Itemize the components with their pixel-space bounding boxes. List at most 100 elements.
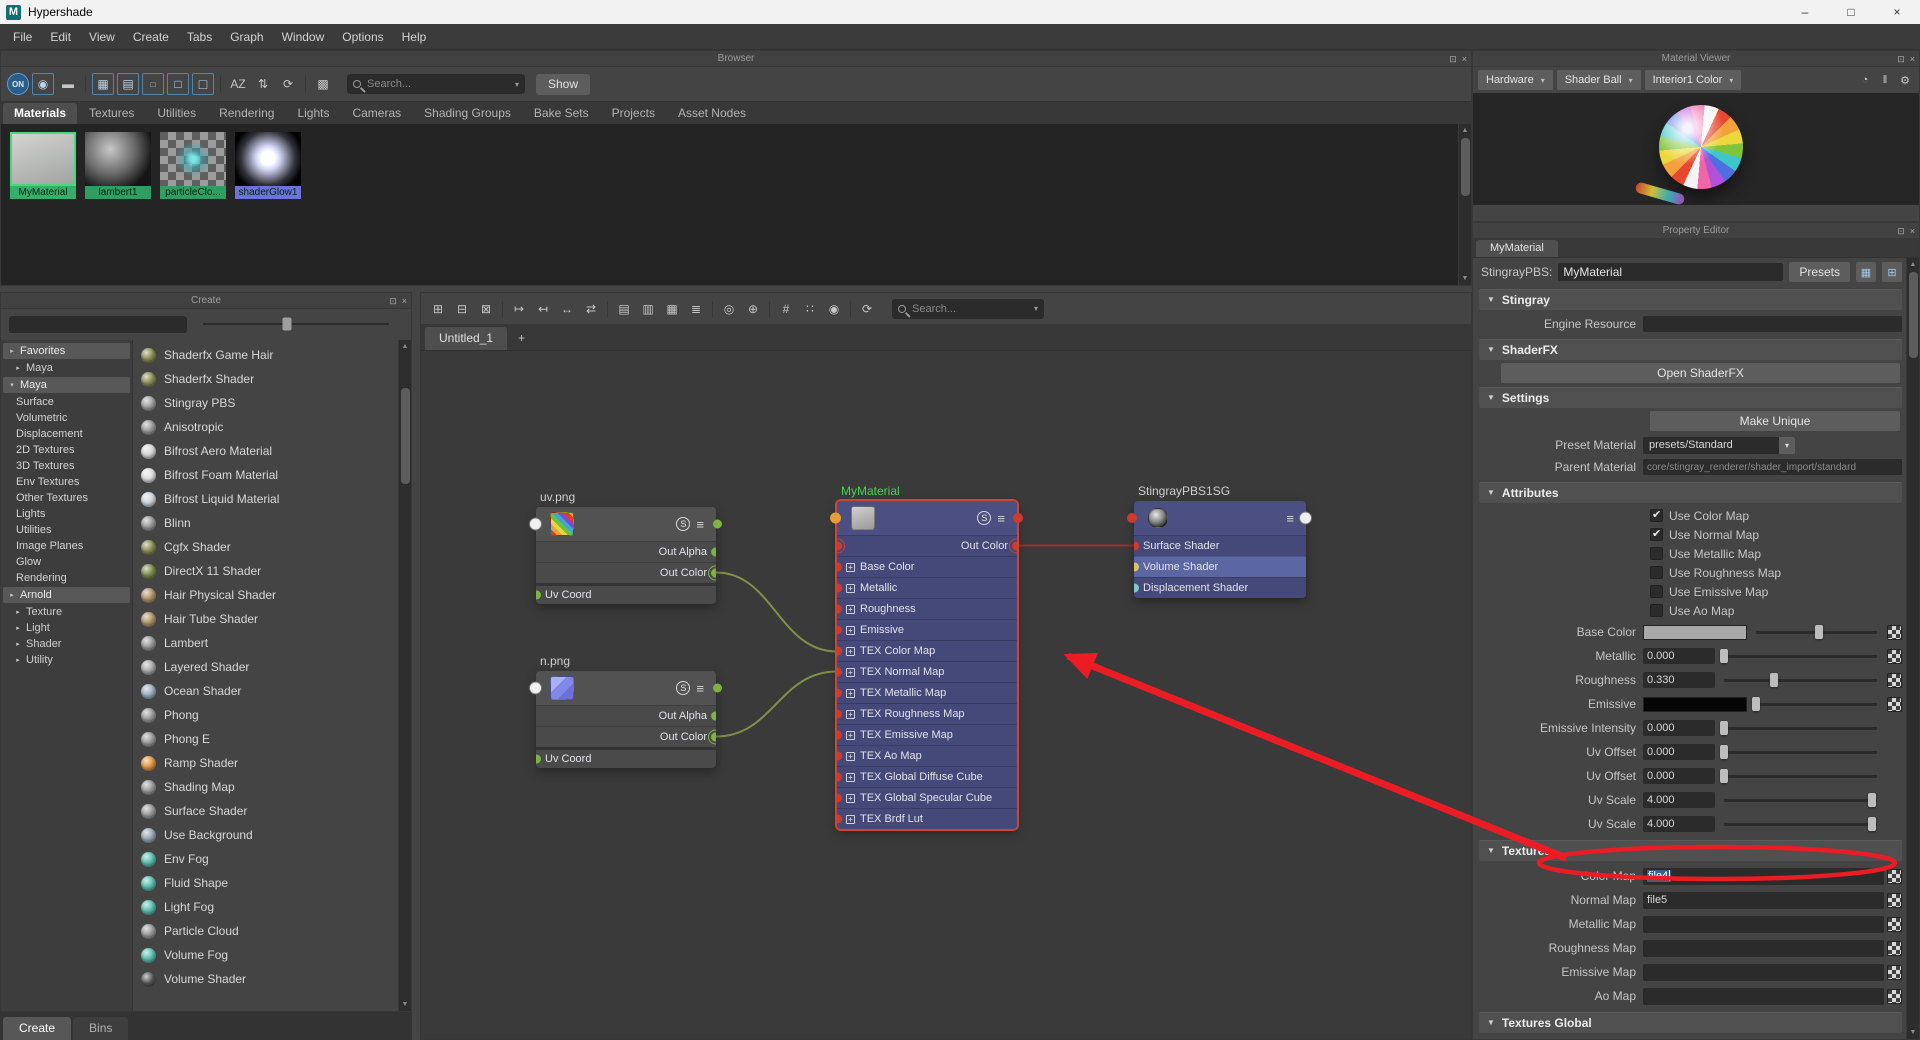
- attribute-list-icon[interactable]: ≡: [696, 518, 704, 531]
- refresh-graph-icon[interactable]: ⟳: [856, 298, 878, 320]
- display-full-mode-icon[interactable]: ▦: [661, 298, 683, 320]
- preset-material-dropdown[interactable]: presets/Standard ▾: [1643, 437, 1795, 454]
- color-swatch[interactable]: [1643, 697, 1747, 712]
- rearrange-graph-icon[interactable]: ⇄: [580, 298, 602, 320]
- input-plug[interactable]: [536, 591, 541, 600]
- output-plug[interactable]: [711, 548, 716, 557]
- section-stingray[interactable]: ▼ Stingray: [1479, 289, 1902, 310]
- separator[interactable]: [82, 73, 89, 95]
- transparency-checker-icon[interactable]: ▩: [312, 73, 334, 95]
- viewer-settings-gear-icon[interactable]: ⚙: [1896, 71, 1914, 89]
- attribute-list-icon[interactable]: ≡: [997, 512, 1005, 525]
- node-header[interactable]: S ≡: [536, 507, 716, 541]
- use-metallic-map-checkbox[interactable]: Use Metallic Map: [1473, 544, 1906, 563]
- section-shaderfx[interactable]: ▼ ShaderFX: [1479, 339, 1902, 360]
- tree-2d-textures[interactable]: 2D Textures: [1, 442, 132, 458]
- tab-rendering[interactable]: Rendering: [208, 103, 285, 124]
- material-viewer-viewport[interactable]: [1473, 93, 1919, 205]
- slider-handle[interactable]: [282, 318, 291, 331]
- input-plug[interactable]: [837, 794, 842, 803]
- node-attribute-row[interactable]: + Displacement Shader: [1134, 577, 1306, 598]
- output-plug[interactable]: [711, 733, 716, 742]
- node-uv-png[interactable]: uv.png S ≡ +: [536, 507, 716, 604]
- node-attribute-row[interactable]: + TEX Color Map: [837, 640, 1017, 661]
- browse-texture-icon[interactable]: [1887, 965, 1902, 980]
- tree-arnold-light[interactable]: ▸ Light: [1, 620, 132, 636]
- value-field[interactable]: 0.000: [1643, 720, 1715, 736]
- menu-view[interactable]: View: [80, 24, 124, 50]
- separator[interactable]: [766, 298, 773, 320]
- node-hair-physical-shader[interactable]: Hair Physical Shader: [136, 583, 397, 607]
- menu-help[interactable]: Help: [393, 24, 436, 50]
- expand-attribute-icon[interactable]: +: [846, 668, 855, 677]
- use-normal-map-checkbox[interactable]: Use Normal Map: [1473, 525, 1906, 544]
- progressive-refine-icon[interactable]: ◔: [1856, 71, 1874, 89]
- value-field[interactable]: 4.000: [1643, 792, 1715, 808]
- input-plug[interactable]: [837, 584, 842, 593]
- output-plug[interactable]: [711, 569, 716, 578]
- browse-texture-icon[interactable]: [1887, 869, 1902, 884]
- expand-attribute-icon[interactable]: +: [846, 773, 855, 782]
- tree-arnold[interactable]: ▸ Arnold: [3, 587, 130, 603]
- property-tab-mymaterial[interactable]: MyMaterial: [1476, 240, 1558, 257]
- node-attribute-row[interactable]: + Emissive: [837, 619, 1017, 640]
- input-plug[interactable]: [837, 752, 842, 761]
- browse-texture-icon[interactable]: [1887, 989, 1902, 1004]
- node-attribute-row[interactable]: + Out Color: [837, 535, 1017, 556]
- input-plug[interactable]: [837, 815, 842, 824]
- node-volume-shader[interactable]: Volume Shader: [136, 967, 397, 991]
- node-blinn[interactable]: Blinn: [136, 511, 397, 535]
- node-volume-fog[interactable]: Volume Fog: [136, 943, 397, 967]
- open-shaderfx-button[interactable]: Open ShaderFX: [1501, 363, 1900, 383]
- section-settings[interactable]: ▼ Settings: [1479, 387, 1902, 408]
- show-button[interactable]: Show: [536, 74, 590, 95]
- node-header[interactable]: S ≡: [837, 501, 1017, 535]
- slider-handle[interactable]: [1720, 649, 1728, 663]
- tree-3d-textures[interactable]: 3D Textures: [1, 458, 132, 474]
- show-all-connections-icon[interactable]: ↔: [556, 298, 578, 320]
- tab-bake-sets[interactable]: Bake Sets: [523, 103, 600, 124]
- checkbox[interactable]: [1650, 528, 1663, 541]
- node-use-background[interactable]: Use Background: [136, 823, 397, 847]
- expand-attribute-icon[interactable]: +: [846, 794, 855, 803]
- input-plug[interactable]: [837, 542, 842, 551]
- icon-size-slider[interactable]: [203, 323, 389, 325]
- view-small-swatch-icon[interactable]: □: [142, 73, 164, 95]
- float-panel-icon[interactable]: ⊡: [389, 296, 397, 307]
- tab-asset-nodes[interactable]: Asset Nodes: [667, 103, 757, 124]
- minimize-button[interactable]: –: [1782, 0, 1828, 24]
- tree-displacement[interactable]: Displacement: [1, 426, 132, 442]
- use-emissive-map-checkbox[interactable]: Use Emissive Map: [1473, 582, 1906, 601]
- texture-map-checker-icon[interactable]: [1887, 649, 1902, 664]
- sort-order-icon[interactable]: ⇅: [252, 73, 274, 95]
- node-header[interactable]: S ≡: [536, 671, 716, 705]
- search-nodes-icon[interactable]: ◎: [718, 298, 740, 320]
- swatch-sphere-render-icon[interactable]: ◉: [32, 73, 54, 95]
- bottom-tab-create[interactable]: Create: [3, 1017, 71, 1040]
- node-attribute-row[interactable]: + Uv Coord: [536, 747, 716, 768]
- expand-attribute-icon[interactable]: +: [846, 563, 855, 572]
- checkbox[interactable]: [1650, 547, 1663, 560]
- separator[interactable]: [847, 298, 854, 320]
- slider-handle[interactable]: [1868, 793, 1876, 807]
- browse-texture-icon[interactable]: [1887, 941, 1902, 956]
- scrollbar-thumb[interactable]: [401, 388, 410, 484]
- node-mymaterial[interactable]: MyMaterial S ≡ +: [837, 501, 1017, 829]
- node-attribute-row[interactable]: + Out Alpha: [536, 705, 716, 726]
- value-field[interactable]: 0.000: [1643, 768, 1715, 784]
- node-attribute-row[interactable]: + TEX Roughness Map: [837, 703, 1017, 724]
- tree-favorites[interactable]: ▸ Favorites: [3, 343, 130, 359]
- menu-options[interactable]: Options: [333, 24, 392, 50]
- tree-lights[interactable]: Lights: [1, 506, 132, 522]
- expand-attribute-icon[interactable]: +: [846, 647, 855, 656]
- float-panel-icon[interactable]: ⊡: [1897, 54, 1905, 65]
- tab-shading-groups[interactable]: Shading Groups: [413, 103, 522, 124]
- swatch-toggle-icon[interactable]: S: [676, 681, 690, 695]
- node-editor-search-input[interactable]: Search... ▾: [892, 299, 1044, 319]
- scroll-down-arrow-icon[interactable]: ▼: [1907, 1026, 1919, 1039]
- node-shaderfx-shader[interactable]: Shaderfx Shader: [136, 367, 397, 391]
- display-simple-mode-icon[interactable]: ▤: [613, 298, 635, 320]
- input-plug[interactable]: [837, 668, 842, 677]
- clear-graph-icon[interactable]: ⊠: [475, 298, 497, 320]
- value-field[interactable]: 0.000: [1643, 744, 1715, 760]
